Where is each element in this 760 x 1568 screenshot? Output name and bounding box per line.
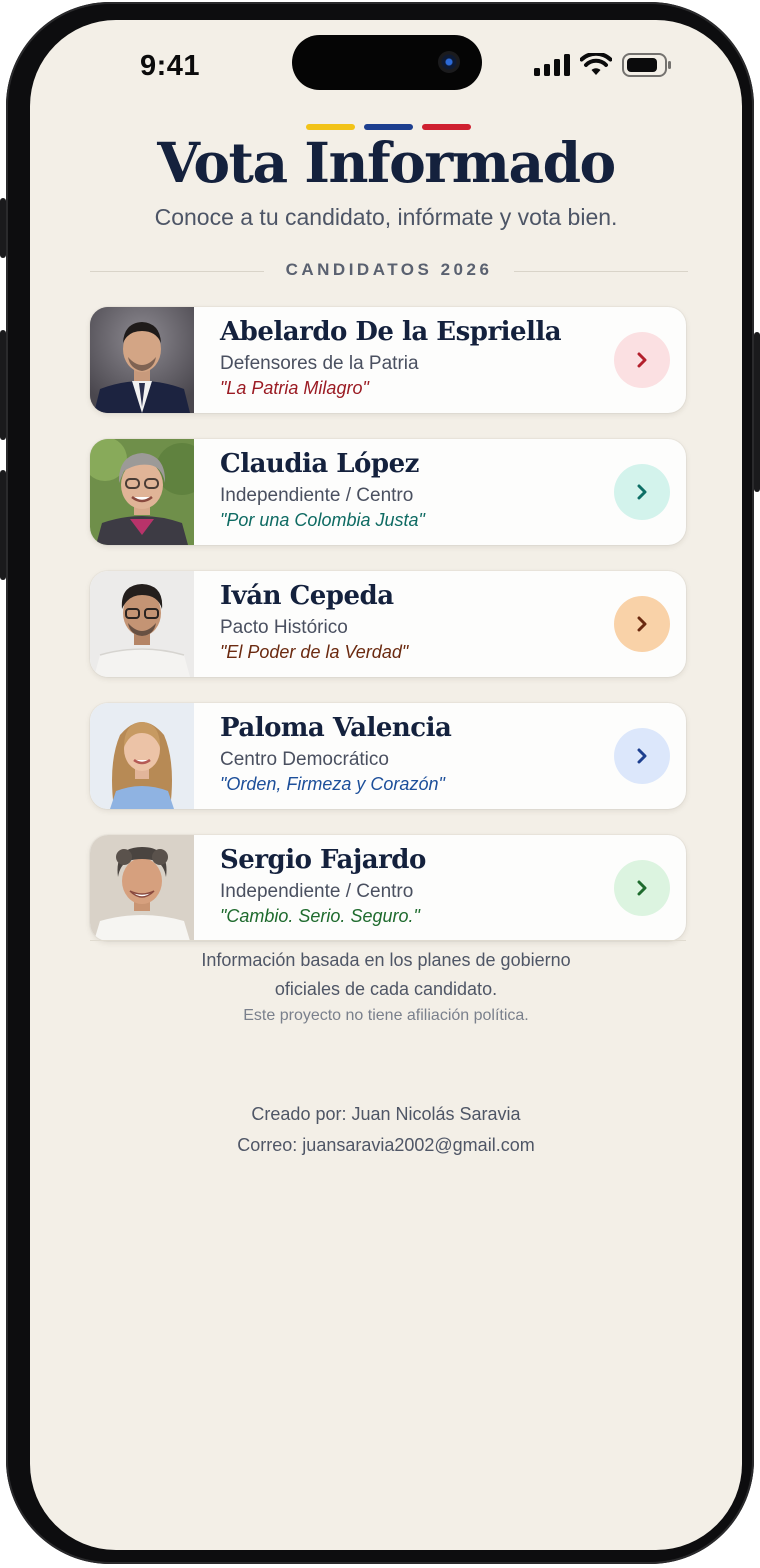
open-candidate-button[interactable]	[614, 464, 670, 520]
candidate-name: Paloma Valencia	[220, 713, 452, 743]
candidate-name: Claudia López	[220, 449, 419, 479]
open-candidate-button[interactable]	[614, 728, 670, 784]
candidate-photo	[90, 571, 194, 677]
footer-info: Información basada en los planes de gobi…	[30, 946, 742, 1004]
volume-down-button	[0, 470, 6, 580]
footer-email[interactable]: Correo: juansaravia2002@gmail.com	[30, 1135, 742, 1156]
open-candidate-button[interactable]	[614, 596, 670, 652]
wifi-icon	[580, 53, 612, 75]
candidate-name: Abelardo De la Espriella	[220, 317, 562, 347]
footer-info-line1: Información basada en los planes de gobi…	[201, 950, 571, 970]
candidate-card-claudia[interactable]: Claudia López Independiente / Centro "Po…	[90, 439, 686, 545]
candidate-party: Independiente / Centro	[220, 881, 414, 902]
chevron-right-icon	[637, 748, 647, 764]
candidate-slogan: "Orden, Firmeza y Corazón"	[220, 774, 445, 794]
open-candidate-button[interactable]	[614, 332, 670, 388]
chevron-right-icon	[637, 484, 647, 500]
candidate-photo	[90, 307, 194, 413]
power-button	[754, 332, 760, 492]
footer-disclaimer: Este proyecto no tiene afiliación políti…	[243, 1007, 529, 1024]
page-subtitle: Conoce a tu candidato, infórmate y vota …	[154, 204, 618, 230]
signal-icon	[534, 54, 570, 76]
status-time: 9:41	[140, 50, 201, 82]
candidate-name: Iván Cepeda	[220, 581, 394, 611]
candidate-card-ivan[interactable]: Iván Cepeda Pacto Histórico "El Poder de…	[90, 571, 686, 677]
camera-icon	[438, 51, 460, 73]
battery-icon	[622, 53, 671, 77]
candidate-slogan: "Por una Colombia Justa"	[220, 510, 425, 530]
action-button	[0, 198, 6, 258]
open-candidate-button[interactable]	[614, 860, 670, 916]
candidate-photo	[90, 835, 194, 941]
candidate-party: Independiente / Centro	[220, 485, 414, 506]
dynamic-island	[292, 35, 482, 90]
footer-info-line2: oficiales de cada candidato.	[274, 979, 498, 999]
section-header: CANDIDATOS 2026	[90, 260, 688, 284]
screen: 9:41 Vota Informado Conoce a tu candidat…	[30, 20, 742, 1550]
footer-credit: Creado por: Juan Nicolás Saravia	[251, 1104, 521, 1124]
volume-up-button	[0, 330, 6, 440]
section-divider-right	[514, 271, 688, 272]
status-icons	[534, 52, 672, 78]
candidate-photo	[90, 703, 194, 809]
candidate-party: Pacto Histórico	[220, 617, 348, 638]
candidate-party: Centro Democrático	[220, 749, 389, 770]
candidate-party: Defensores de la Patria	[220, 353, 419, 374]
phone-frame: 9:41 Vota Informado Conoce a tu candidat…	[0, 2, 760, 1564]
chevron-right-icon	[637, 880, 647, 896]
candidate-photo	[90, 439, 194, 545]
candidate-slogan: "El Poder de la Verdad"	[220, 642, 409, 662]
candidate-name: Sergio Fajardo	[220, 845, 426, 875]
candidate-slogan: "Cambio. Serio. Seguro."	[220, 906, 420, 926]
candidate-slogan: "La Patria Milagro"	[220, 378, 369, 398]
chevron-right-icon	[637, 616, 647, 632]
candidate-card-paloma[interactable]: Paloma Valencia Centro Democrático "Orde…	[90, 703, 686, 809]
candidate-card-abelardo[interactable]: Abelardo De la Espriella Defensores de l…	[90, 307, 686, 413]
section-label: CANDIDATOS 2026	[285, 260, 493, 279]
chevron-right-icon	[637, 352, 647, 368]
page-title: Vota Informado	[157, 130, 616, 195]
footer-divider	[90, 940, 686, 941]
candidate-card-sergio[interactable]: Sergio Fajardo Independiente / Centro "C…	[90, 835, 686, 941]
